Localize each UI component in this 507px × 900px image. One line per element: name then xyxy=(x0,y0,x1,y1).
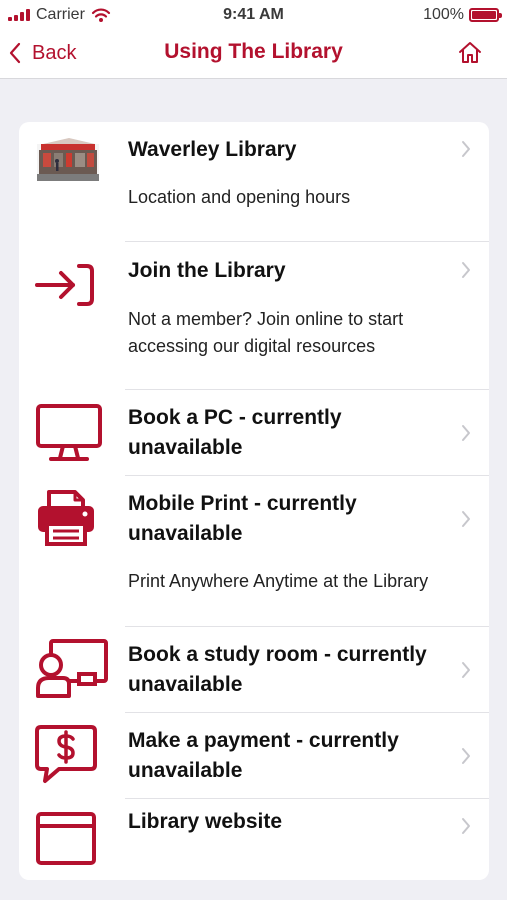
chevron-right-icon xyxy=(461,661,471,679)
page-title: Using The Library xyxy=(164,40,343,63)
menu-item-mobile-print[interactable]: Mobile Print - currently unavailable Pri… xyxy=(19,476,489,627)
status-bar: Carrier 9:41 AM 100% xyxy=(0,0,507,32)
menu-item-title: Mobile Print - currently unavailable xyxy=(128,492,357,545)
payment-icon xyxy=(35,724,99,786)
sign-in-icon xyxy=(35,262,95,308)
status-right: 100% xyxy=(423,5,502,25)
menu-item-waverley-library[interactable]: Waverley Library Location and opening ho… xyxy=(19,122,489,242)
menu-item-make-payment[interactable]: Make a payment - currently unavailable xyxy=(19,713,489,799)
menu-item-title: Waverley Library xyxy=(128,138,297,161)
menu-item-book-pc[interactable]: Book a PC - currently unavailable xyxy=(19,390,489,476)
battery-percentage: 100% xyxy=(423,6,464,23)
menu-item-join-library[interactable]: Join the Library Not a member? Join onli… xyxy=(19,242,489,390)
chevron-right-icon xyxy=(461,817,471,835)
battery-icon xyxy=(469,8,502,22)
home-button[interactable] xyxy=(457,40,483,66)
menu-item-title: Join the Library xyxy=(128,259,286,282)
chevron-right-icon xyxy=(461,424,471,442)
menu-card: Waverley Library Location and opening ho… xyxy=(19,122,489,880)
home-icon xyxy=(459,42,481,63)
library-photo xyxy=(37,135,99,181)
chevron-right-icon xyxy=(461,140,471,158)
menu-item-subtitle: Not a member? Join online to start acces… xyxy=(128,309,404,356)
chevron-right-icon xyxy=(461,510,471,528)
chevron-right-icon xyxy=(461,747,471,765)
printer-icon xyxy=(35,488,97,548)
menu-item-title: Make a payment - currently unavailable xyxy=(128,729,399,782)
monitor-icon xyxy=(35,403,103,463)
menu-item-title: Book a study room - currently unavailabl… xyxy=(128,643,427,696)
study-room-icon xyxy=(35,638,109,700)
menu-item-title: Book a PC - currently unavailable xyxy=(128,406,342,459)
navigation-bar: Back Using The Library xyxy=(0,32,507,79)
menu-item-title: Library website xyxy=(128,810,283,833)
menu-item-book-study-room[interactable]: Book a study room - currently unavailabl… xyxy=(19,627,489,713)
menu-item-subtitle: Location and opening hours xyxy=(128,187,351,207)
menu-item-subtitle: Print Anywhere Anytime at the Library xyxy=(128,571,429,591)
menu-item-library-website[interactable]: Library website xyxy=(19,799,489,880)
chevron-right-icon xyxy=(461,261,471,279)
browser-window-icon xyxy=(35,811,99,867)
